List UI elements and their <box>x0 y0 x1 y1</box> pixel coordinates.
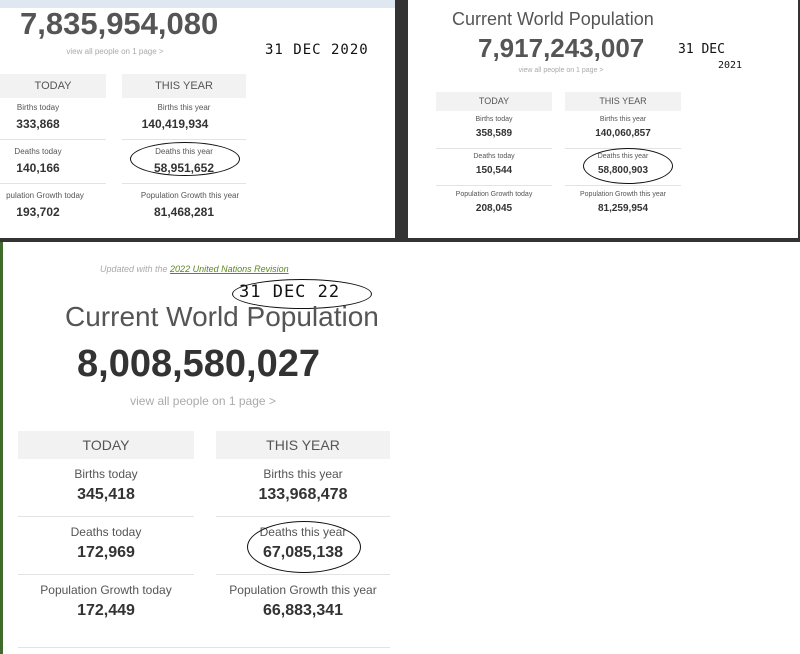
view-all-link[interactable]: view all people on 1 page > <box>103 394 303 408</box>
divider <box>565 185 681 186</box>
handwritten-date: 31 DEC <box>678 42 725 57</box>
this-year-header: THIS YEAR <box>565 92 681 111</box>
handwritten-date-year: 2021 <box>718 60 743 71</box>
growth-today-value: 208,045 <box>475 203 513 214</box>
growth-year-value: 81,468,281 <box>153 205 215 219</box>
updated-notice: Updated with the 2022 United Nations Rev… <box>100 264 289 274</box>
handwritten-circle <box>130 142 240 176</box>
deaths-today-value: 172,969 <box>77 544 135 561</box>
divider <box>436 185 552 186</box>
births-year-value: 133,968,478 <box>258 486 348 503</box>
today-header: TODAY <box>18 431 194 459</box>
births-today-label: Births today <box>16 103 60 112</box>
deaths-today-label: Deaths today <box>14 147 62 156</box>
births-year-value: 140,060,857 <box>595 128 651 139</box>
this-year-header: THIS YEAR <box>122 74 246 98</box>
births-today-label: Births today <box>475 116 513 123</box>
view-all-link[interactable]: view all people on 1 page > <box>40 47 190 56</box>
births-year-label: Births this year <box>263 467 343 481</box>
snapshot-2022-panel: Updated with the 2022 United Nations Rev… <box>3 242 403 654</box>
growth-today-label: pulation Growth today <box>6 191 84 200</box>
deaths-today-value: 150,544 <box>475 165 513 176</box>
divider <box>18 574 194 575</box>
population-counter: 7,917,243,007 <box>478 33 645 63</box>
growth-today-label: Population Growth today <box>455 191 533 198</box>
handwritten-circle <box>247 521 361 573</box>
births-today-label: Births today <box>74 467 138 481</box>
growth-today-value: 172,449 <box>77 602 135 619</box>
growth-today-value: 193,702 <box>16 205 60 219</box>
divider <box>18 516 194 517</box>
divider <box>122 183 246 184</box>
snapshot-2020-panel: 7,835,954,080 view all people on 1 page … <box>0 0 395 238</box>
population-counter: 7,835,954,080 <box>20 6 219 41</box>
divider <box>0 183 106 184</box>
growth-year-label: Population Growth this year <box>580 191 666 198</box>
growth-year-value: 81,259,954 <box>597 203 649 214</box>
births-today-value: 333,868 <box>16 117 60 131</box>
divider <box>216 574 390 575</box>
births-year-label: Births this year <box>599 116 647 123</box>
divider <box>436 148 552 149</box>
deaths-today-value: 140,166 <box>16 161 60 175</box>
deaths-today-label: Deaths today <box>70 525 142 539</box>
births-today-value: 345,418 <box>77 486 135 503</box>
growth-today-label: Population Growth today <box>40 583 172 597</box>
growth-year-value: 66,883,341 <box>262 602 344 619</box>
growth-year-label: Population Growth this year <box>140 191 240 200</box>
divider <box>122 139 246 140</box>
handwritten-circle <box>583 148 673 184</box>
population-counter: 8,008,580,027 <box>77 343 321 385</box>
handwritten-date: 31 DEC 2020 <box>265 42 369 58</box>
births-year-value: 140,419,934 <box>141 117 209 131</box>
updated-prefix: Updated with the <box>100 264 171 274</box>
deaths-today-label: Deaths today <box>473 153 515 160</box>
view-all-link[interactable]: view all people on 1 page > <box>486 67 636 74</box>
divider <box>216 516 390 517</box>
snapshot-2021-panel: Current World Population 7,917,243,007 v… <box>408 0 798 238</box>
un-revision-link[interactable]: 2022 United Nations Revision <box>170 264 289 274</box>
today-header: TODAY <box>436 92 552 111</box>
page-title: Current World Population <box>65 301 379 332</box>
frame-divider-vertical <box>395 0 408 242</box>
growth-year-label: Population Growth this year <box>229 583 377 597</box>
births-today-value: 358,589 <box>475 128 513 139</box>
page-title: Current World Population <box>452 9 654 29</box>
divider <box>0 139 106 140</box>
divider <box>18 647 390 648</box>
births-year-label: Births this year <box>157 103 211 112</box>
this-year-header: THIS YEAR <box>216 431 390 459</box>
today-header: TODAY <box>0 74 106 98</box>
